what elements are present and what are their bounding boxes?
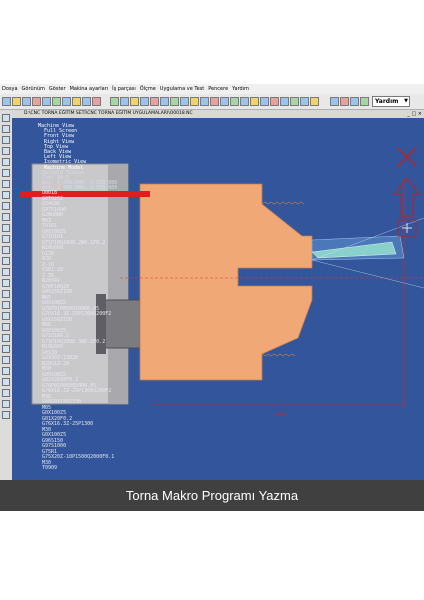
left-tool-button[interactable] [2,367,10,375]
left-tool-button[interactable] [2,191,10,199]
toolbar-button[interactable] [190,97,199,106]
menu-bar: Dosya Görünüm Göster Makina ayarları İş parç… [0,84,424,94]
toolbar-button[interactable] [260,97,269,106]
left-tool-button[interactable] [2,213,10,221]
tool-path-2 [311,259,424,289]
toolbar-button[interactable] [270,97,279,106]
program-line[interactable]: T0909 [20,466,130,472]
menu-item-8[interactable]: Yardım [232,84,249,94]
toolbar-button[interactable] [340,97,349,106]
toolbar-button[interactable] [140,97,149,106]
toolbar-button[interactable] [130,97,139,106]
toolbar-button[interactable] [230,97,239,106]
toolbar-button[interactable] [180,97,189,106]
toolbar-button[interactable] [72,97,81,106]
left-tool-button[interactable] [2,235,10,243]
toolbar-button[interactable] [200,97,209,106]
caption-bar: Torna Makro Programı Yazma [0,480,424,511]
toolbar-button[interactable] [110,97,119,106]
left-tool-button[interactable] [2,411,10,419]
toolbar-button[interactable] [160,97,169,106]
left-tool-button[interactable] [2,268,10,276]
toolbar-button[interactable] [82,97,91,106]
left-tool-button[interactable] [2,389,10,397]
left-tool-button[interactable] [2,136,10,144]
left-tool-button[interactable] [2,290,10,298]
plus-icon[interactable] [397,219,417,237]
toolbar-button[interactable] [250,97,259,106]
toolbar: Yardım ▼ [0,94,424,110]
left-tool-button[interactable] [2,169,10,177]
menu-item-7[interactable]: Pencere [208,84,228,94]
toolbar-button[interactable] [360,97,369,106]
zoom-value: Yardım [375,98,399,105]
toolbar-button[interactable] [12,97,21,106]
left-tool-button[interactable] [2,224,10,232]
toolbar-button[interactable] [170,97,179,106]
left-tool-button[interactable] [2,180,10,188]
left-tool-button[interactable] [2,114,10,122]
left-tool-button[interactable] [2,147,10,155]
left-tool-button[interactable] [2,301,10,309]
file-path: D:\CNC TORNA EĞİTİM SETİ\CNC TORNA EĞİTİ… [24,111,193,116]
left-tool-button[interactable] [2,356,10,364]
left-tool-button[interactable] [2,279,10,287]
menu-item-4[interactable]: İş parçası [112,84,136,94]
workpiece [139,183,313,381]
viewport-title-bar: D:\CNC TORNA EĞİTİM SETİ\CNC TORNA EĞİTİ… [12,110,424,118]
dimension-label: +88.6 [274,412,287,417]
toolbar-button[interactable] [290,97,299,106]
toolbar-button[interactable] [120,97,129,106]
menu-item-3[interactable]: Makina ayarları [70,84,109,94]
toolbar-button[interactable] [62,97,71,106]
thread-teeth-top [261,201,305,205]
view-menu-panel: Machine View Full Screen Front View Right V… [20,123,150,472]
chevron-down-icon: ▼ [404,98,408,104]
left-tool-button[interactable] [2,246,10,254]
toolbar-button[interactable] [22,97,31,106]
left-tool-button[interactable] [2,202,10,210]
toolbar-button[interactable] [310,97,319,106]
left-tool-button[interactable] [2,378,10,386]
toolbar-button[interactable] [280,97,289,106]
caption-text: Torna Makro Programı Yazma [125,488,299,503]
left-tool-button[interactable] [2,257,10,265]
left-tool-button[interactable] [2,125,10,133]
toolbar-button[interactable] [300,97,309,106]
toolbar-button[interactable] [2,97,11,106]
toolbar-button[interactable] [330,97,339,106]
close-x-icon[interactable] [397,147,417,167]
left-tool-button[interactable] [2,158,10,166]
menu-item-0[interactable]: Dosya [2,84,18,94]
arrow-up-icon[interactable] [394,177,420,217]
toolbar-button[interactable] [42,97,51,106]
left-tool-button[interactable] [2,312,10,320]
left-tool-button[interactable] [2,345,10,353]
menu-item-2[interactable]: Göster [49,84,66,94]
left-tool-button[interactable] [2,334,10,342]
toolbar-button[interactable] [210,97,219,106]
toolbar-button[interactable] [52,97,61,106]
toolbar-button[interactable] [150,97,159,106]
zoom-dropdown[interactable]: Yardım ▼ [372,96,410,107]
menu-item-5[interactable]: Ölçme [140,84,156,94]
toolbar-button[interactable] [240,97,249,106]
toolbar-button[interactable] [32,97,41,106]
toolbar-button[interactable] [92,97,101,106]
window-controls[interactable]: _ □ × [407,111,422,117]
menu-item-1[interactable]: Görünüm [22,84,45,94]
thread-teeth-bottom [261,353,296,357]
toolbar-button[interactable] [350,97,359,106]
menu-item-6[interactable]: Uygulama ve Test [160,84,204,94]
left-tool-button[interactable] [2,400,10,408]
left-tool-button[interactable] [2,323,10,331]
toolbar-button[interactable] [220,97,229,106]
